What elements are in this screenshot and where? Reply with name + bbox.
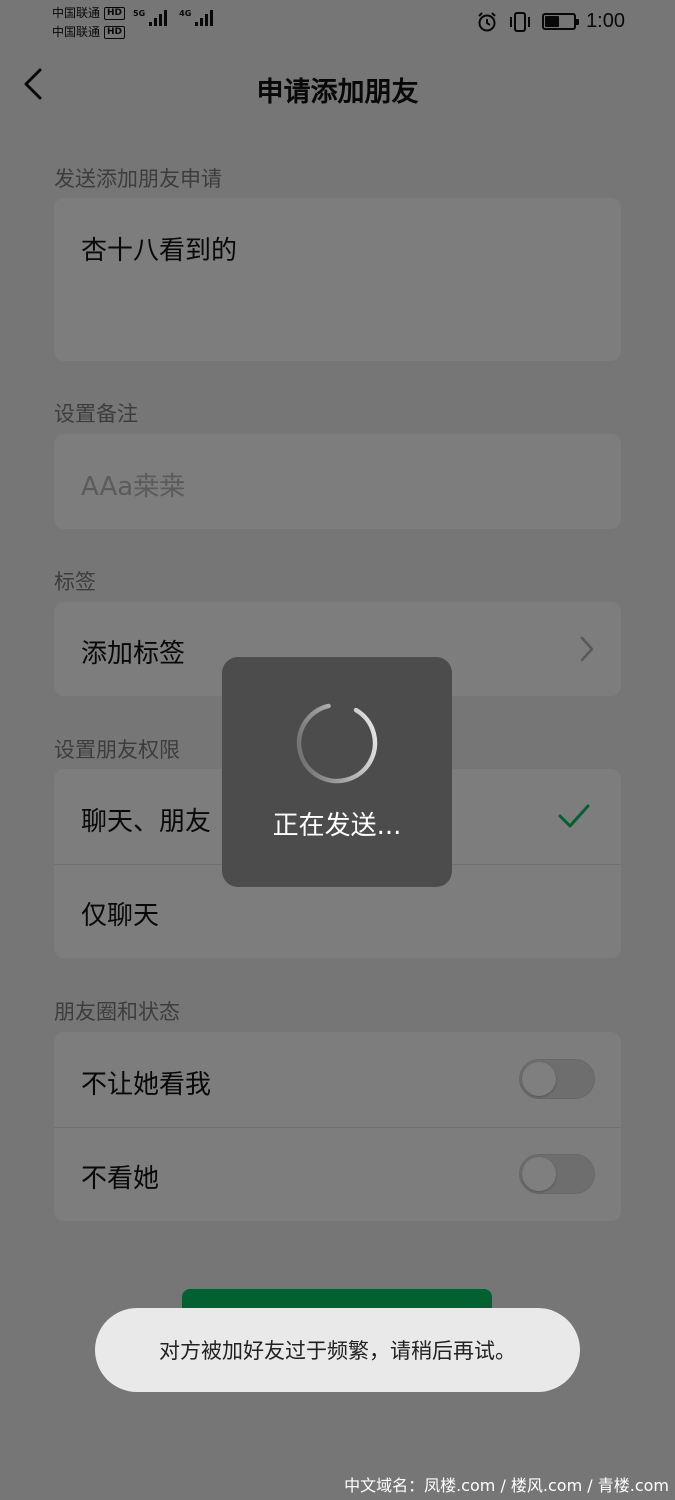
loading-text: 正在发送... — [272, 811, 402, 841]
toast-text: 对方被加好友过于频繁，请稍后再试。 — [159, 1339, 516, 1363]
error-toast: 对方被加好友过于频繁，请稍后再试。 — [95, 1308, 580, 1392]
loading-dialog: 正在发送... — [222, 657, 452, 887]
loading-spinner-icon — [296, 702, 378, 784]
watermark: 中文域名：凤楼.com / 楼风.com / 青楼.com — [344, 1476, 669, 1495]
